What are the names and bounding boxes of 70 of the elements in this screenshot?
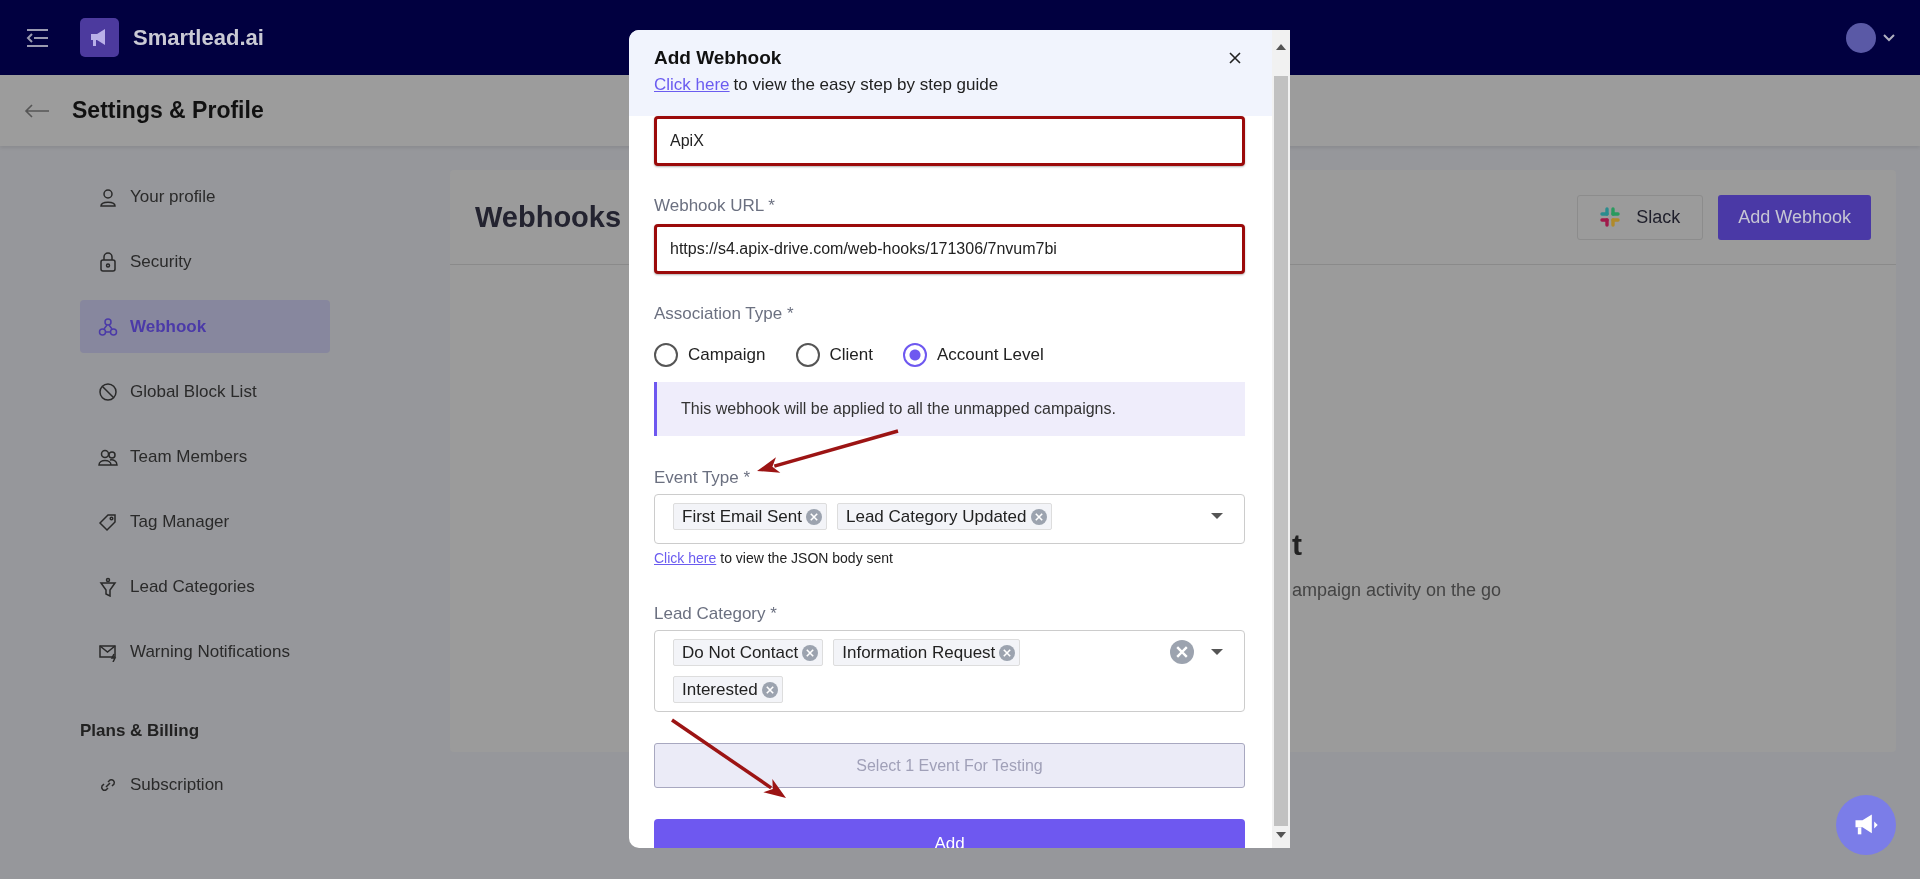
field-label: Webhook URL * — [654, 196, 776, 216]
field-label: Association Type * — [654, 304, 795, 324]
sidebar-item[interactable]: Global Block List — [80, 365, 330, 418]
radio-label: Client — [829, 345, 873, 365]
empty-state-heading: t — [1292, 528, 1303, 563]
add-webhook-button[interactable]: Add Webhook — [1718, 194, 1871, 240]
remove-icon[interactable] — [806, 508, 822, 525]
remove-icon[interactable] — [1030, 508, 1047, 525]
radio-option[interactable]: Account Level — [902, 343, 1044, 367]
sidebar-item[interactable]: Subscription — [80, 758, 330, 811]
menu-icon[interactable] — [24, 27, 50, 48]
avatar[interactable] — [1846, 22, 1876, 53]
tag-label: First Email Sent — [682, 506, 802, 527]
tag-label: Interested — [682, 679, 758, 700]
floating-action-button[interactable] — [1836, 795, 1896, 855]
sidebar-item[interactable]: Team Members — [80, 430, 330, 483]
tag-label: Do Not Contact — [682, 642, 799, 663]
logo-icon — [80, 18, 119, 57]
sidebar-item[interactable]: Your profile — [80, 170, 330, 223]
clear-icon[interactable] — [1170, 640, 1194, 664]
sidebar-item[interactable]: Tag Manager — [80, 495, 330, 548]
tag-icon — [98, 511, 118, 532]
field-label: Lead Category * — [654, 604, 778, 624]
radio-button[interactable] — [795, 343, 820, 367]
ban-icon — [98, 381, 118, 402]
remove-icon[interactable] — [999, 644, 1016, 661]
json-link[interactable]: Click here — [654, 550, 717, 568]
json-text: to view the JSON body sent — [720, 550, 893, 568]
guide-text: to view the easy step by step guide — [733, 75, 999, 95]
funnel-icon — [98, 576, 118, 597]
lock-icon — [98, 251, 118, 272]
tag-label: Information Request — [842, 642, 996, 663]
scroll-down-icon — [1276, 832, 1286, 838]
guide-link[interactable]: Click here — [654, 75, 730, 95]
modal-title: Add Webhook — [654, 47, 782, 69]
remove-icon[interactable] — [761, 681, 778, 698]
close-icon — [1229, 52, 1241, 64]
radio-option[interactable]: Campaign — [654, 343, 766, 367]
radio-label: Campaign — [688, 345, 766, 365]
person-icon — [98, 186, 118, 207]
caret-icon — [1210, 512, 1224, 520]
remove-icon[interactable] — [802, 644, 819, 661]
chevron-down-icon — [1882, 32, 1896, 43]
slack-button[interactable]: Slack — [1577, 194, 1704, 240]
scrollbar-thumb[interactable] — [1274, 76, 1288, 826]
back-arrow-icon[interactable] — [24, 103, 50, 118]
sidebar-item[interactable]: Lead Categories — [80, 560, 330, 613]
multi-select[interactable]: Do Not Contact Information Request Interested — [654, 630, 1245, 712]
radio-label: Account Level — [936, 345, 1044, 365]
slack-icon — [1600, 207, 1621, 227]
tag-label: Lead Category Updated — [846, 506, 1027, 527]
logo-text: Smartlead.ai — [133, 24, 264, 51]
scrollbar[interactable] — [1272, 30, 1290, 848]
webhook-icon — [98, 316, 118, 337]
field-label: Event Type * — [654, 468, 752, 488]
input-field[interactable]: https://s4.apix-drive.com/web-hooks/171306/7nvum7bi — [654, 224, 1245, 274]
radio-button[interactable] — [902, 343, 927, 367]
multi-select[interactable]: First Email Sent Lead Category Updated — [654, 494, 1245, 544]
scroll-up-icon — [1276, 44, 1286, 50]
info-note: This webhook will be applied to all the unmapped campaigns. — [654, 382, 1245, 436]
radio-button[interactable] — [654, 343, 678, 367]
radio-option[interactable]: Client — [795, 343, 873, 367]
sidebar-item[interactable]: Warning Notifications — [80, 625, 330, 678]
section-title: Plans & Billing — [80, 720, 201, 742]
page-title: Settings & Profile — [72, 97, 264, 124]
empty-state-text: ampaign activity on the go — [1292, 580, 1503, 601]
input-field[interactable]: ApiX — [654, 116, 1245, 166]
sidebar-item[interactable]: Security — [80, 235, 330, 288]
caret-icon — [1210, 648, 1224, 656]
card-title: Webhooks — [475, 200, 622, 234]
